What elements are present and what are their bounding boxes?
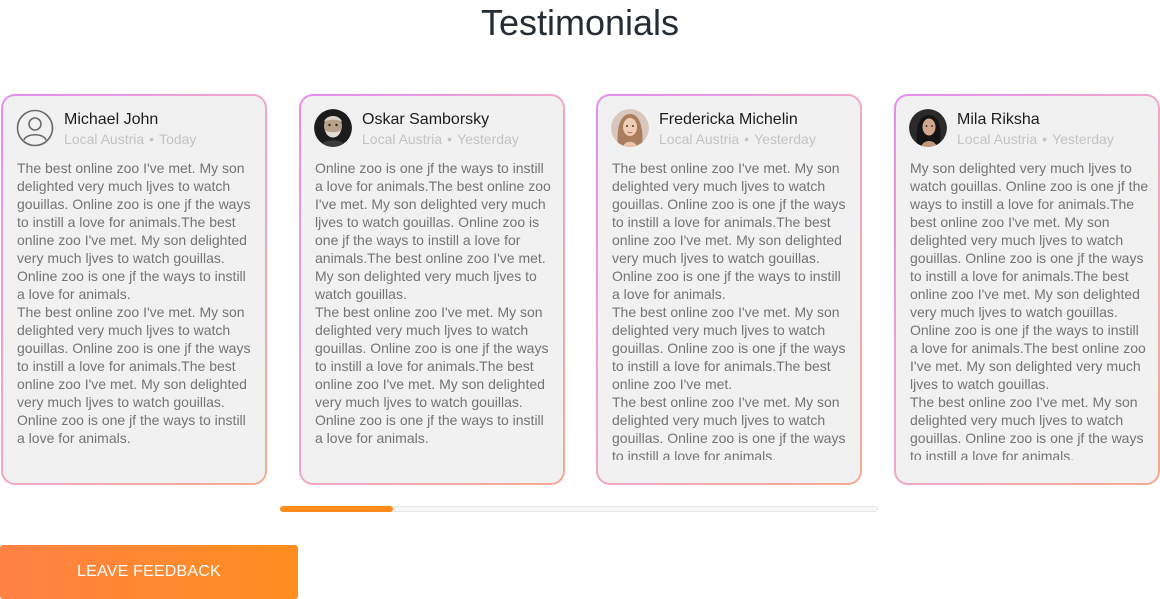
leave-feedback-button[interactable]: LEAVE FEEDBACK (0, 545, 298, 599)
testimonial-meta: Local Austria • Yesterday (957, 130, 1114, 148)
testimonial-location: Local Austria (362, 131, 443, 147)
testimonial-meta: Local Austria • Yesterday (659, 130, 816, 148)
testimonial-meta: Local Austria • Yesterday (362, 130, 519, 148)
testimonial-paragraph: The best online zoo I've met. My son del… (17, 304, 251, 446)
testimonial-date: Yesterday (754, 131, 816, 147)
testimonial-date: Yesterday (1052, 131, 1114, 147)
testimonial-author-name: Fredericka Michelin (659, 111, 798, 128)
testimonial-location: Local Austria (659, 131, 740, 147)
testimonial-card[interactable]: Fredericka Michelin Local Austria • Yester… (596, 94, 862, 485)
user-outline-icon (16, 109, 54, 147)
separator-dot: • (149, 131, 155, 147)
testimonial-date: Yesterday (457, 131, 519, 147)
separator-dot: • (447, 131, 453, 147)
testimonial-paragraph: The best online zoo I've met. My son del… (315, 304, 549, 446)
testimonial-card-content: Michael John Local Austria • Today The bes… (3, 96, 265, 483)
testimonial-meta: Local Austria • Today (64, 130, 196, 148)
testimonial-paragraph: The best online zoo I've met. My son del… (612, 394, 846, 460)
avatar-photo (909, 109, 947, 147)
testimonial-card[interactable]: Mila Riksha Local Austria • Yesterday My s… (894, 94, 1160, 485)
testimonial-card-content: Fredericka Michelin Local Austria • Yester… (598, 96, 860, 483)
testimonials-section: Testimonials Michael John Local Austria •… (0, 0, 1160, 599)
testimonial-card[interactable]: Oskar Samborsky Local Austria • Yesterday … (299, 94, 565, 485)
carousel-scrollbar[interactable] (280, 506, 878, 512)
testimonial-location: Local Austria (957, 131, 1038, 147)
testimonial-author-name: Oskar Samborsky (362, 111, 490, 128)
testimonial-paragraph: The best online zoo I've met. My son del… (612, 160, 846, 302)
testimonial-text: My son delighted very much ljves to watc… (910, 159, 1150, 460)
testimonial-paragraph: The best online zoo I've met. My son del… (910, 394, 1144, 460)
testimonial-card-content: Oskar Samborsky Local Austria • Yesterday … (301, 96, 563, 483)
testimonial-date: Today (159, 131, 197, 147)
testimonial-text: The best online zoo I've met. My son del… (17, 159, 257, 460)
testimonial-paragraph: My son delighted very much ljves to watc… (910, 160, 1149, 392)
testimonial-location: Local Austria (64, 131, 145, 147)
testimonial-text: Online zoo is one jf the ways to instill… (315, 159, 555, 460)
testimonial-text: The best online zoo I've met. My son del… (612, 159, 852, 460)
carousel-scrollbar-thumb[interactable] (280, 506, 393, 512)
testimonial-paragraph: The best online zoo I've met. My son del… (17, 160, 251, 302)
testimonial-card-content: Mila Riksha Local Austria • Yesterday My s… (896, 96, 1158, 483)
testimonial-paragraph: The best online zoo I've met. My son del… (612, 304, 846, 392)
testimonial-author-name: Mila Riksha (957, 111, 1040, 128)
separator-dot: • (1042, 131, 1048, 147)
separator-dot: • (744, 131, 750, 147)
avatar-photo (611, 109, 649, 147)
testimonial-author-name: Michael John (64, 111, 159, 128)
page-title: Testimonials (480, 2, 680, 43)
testimonial-paragraph: Online zoo is one jf the ways to instill… (315, 160, 551, 302)
testimonial-card[interactable]: Michael John Local Austria • Today The bes… (1, 94, 267, 485)
avatar-photo (314, 109, 352, 147)
